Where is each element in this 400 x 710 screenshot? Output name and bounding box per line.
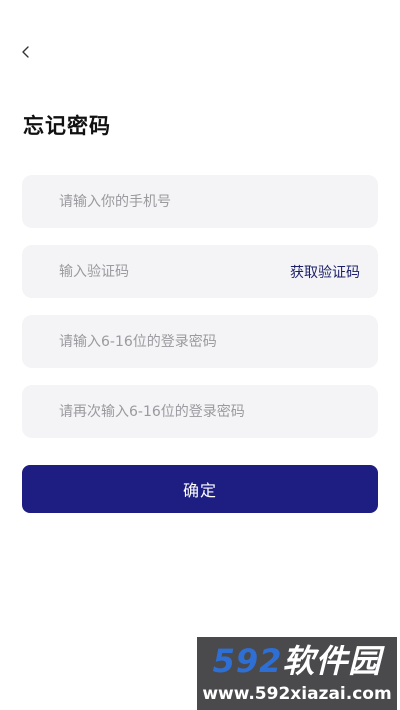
back-button[interactable] <box>12 38 40 66</box>
watermark-url: www.592xiazai.com <box>202 684 392 704</box>
phone-field <box>22 175 378 228</box>
confirm-password-input[interactable] <box>22 385 378 438</box>
verification-code-input[interactable] <box>22 245 290 298</box>
password-field <box>22 315 378 368</box>
confirm-button[interactable]: 确定 <box>22 465 378 513</box>
page-title: 忘记密码 <box>23 114 111 138</box>
phone-input[interactable] <box>22 175 378 228</box>
get-code-button[interactable]: 获取验证码 <box>290 262 378 282</box>
verification-code-field: 获取验证码 <box>22 245 378 298</box>
chevron-left-icon <box>22 46 29 58</box>
watermark-brand-number: 592 <box>212 642 283 680</box>
watermark-brand-text: 软件园 <box>282 642 382 680</box>
password-input[interactable] <box>22 315 378 368</box>
confirm-password-field <box>22 385 378 438</box>
watermark-brand: 592软件园 <box>197 641 397 681</box>
watermark-logo: 592软件园 www.592xiazai.com <box>197 637 397 710</box>
